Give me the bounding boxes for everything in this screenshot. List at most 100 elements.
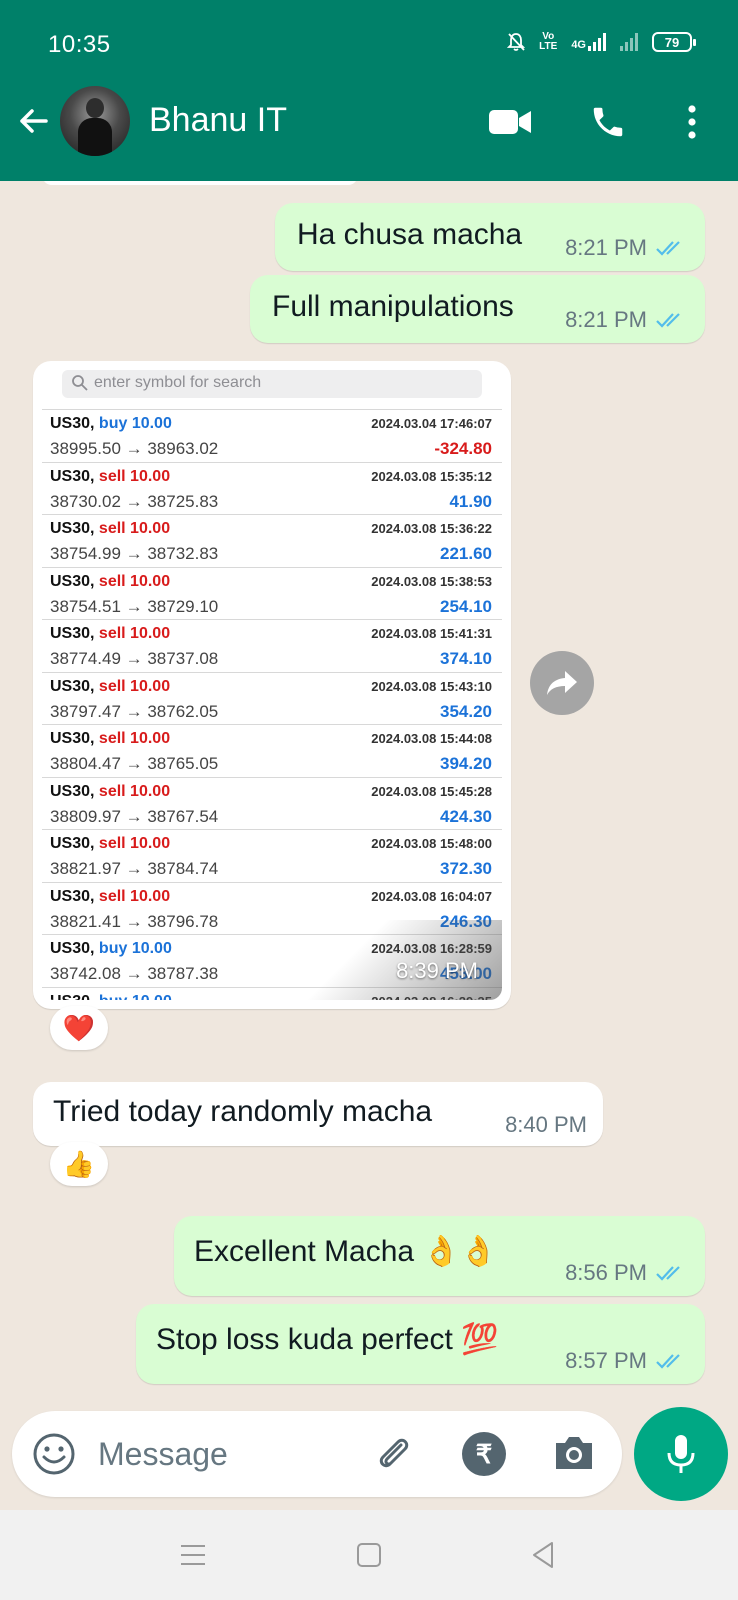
trade-side: buy 10.00 [98,415,172,432]
message-time: 8:56 PM [565,1260,647,1285]
trade-row: US30, sell 10.00 2024.03.08 15:45:28 38809… [42,776,502,830]
trade-profit: 372.30 [440,859,492,878]
reaction-thumbs-up[interactable]: 👍 [50,1142,108,1186]
outgoing-message[interactable]: Stop loss kuda perfect 💯 8:57 PM [136,1304,705,1384]
image-message[interactable]: enter symbol for search US30, buy 10.00 2… [33,361,511,1009]
trade-datetime: 2024.03.08 15:36:22 [371,521,492,536]
home-icon[interactable] [352,1538,386,1572]
message-text: Full manipulations [272,290,514,323]
trade-symbol: US30, sell 10.00 [50,730,170,748]
reaction-emoji: 👍 [62,1148,96,1179]
trade-row: US30, sell 10.00 2024.03.08 15:48:00 38821… [42,829,502,882]
symbol-text: US30, [50,835,95,852]
search-icon [72,375,88,391]
double-check-icon [656,241,680,256]
trade-datetime: 2024.03.08 15:43:10 [371,678,492,694]
outgoing-message[interactable]: Full manipulations 8:21 PM [250,275,705,343]
battery-level: 79 [664,34,680,50]
trade-profit: 41.90 [449,491,492,511]
trade-row: US30, sell 10.00 2024.03.08 15:41:31 38774… [42,619,502,672]
contact-avatar[interactable] [60,86,130,156]
trade-datetime: 2024.03.08 15:38:53 [371,573,492,589]
trade-datetime: 2024.03.08 16:04:07 [371,888,492,904]
trade-prices: 38774.49 → 38737.08 [50,649,219,668]
system-nav-bar [0,1510,738,1600]
trade-symbol: US30, sell 10.00 [50,468,170,486]
screenshot-search-box: enter symbol for search [62,370,482,398]
trade-row: US30, sell 10.00 2024.03.08 15:43:10 38797… [42,671,502,725]
trade-symbol: US30, sell 10.00 [50,678,170,696]
message-time: 8:21 PM [565,307,647,332]
trade-prices: 38754.99 → 38732.83 [50,544,219,563]
symbol-text: US30, [50,940,95,957]
signal-2-icon [620,33,638,51]
trade-side: sell 10.00 [98,572,171,590]
trade-profit: 374.10 [440,649,492,668]
chat-area[interactable]: Ha chusa macha 8:21 PM Full manipulation… [0,181,738,1409]
image-time: 8:39 PM [396,958,478,983]
trade-row: US30, buy 10.00 2024.03.04 17:46:07 38995.… [42,409,502,462]
message-text: Stop loss kuda perfect 💯 [156,1323,499,1356]
symbol-text: US30, [50,467,95,485]
trade-side: sell 10.00 [98,625,171,642]
voice-call-icon[interactable] [586,100,630,144]
back-nav-icon[interactable] [526,1538,560,1572]
outgoing-message[interactable]: Ha chusa macha 8:21 PM [275,203,705,271]
recent-apps-icon[interactable] [176,1538,210,1572]
trade-symbol: US30, buy 10.00 [50,415,172,433]
trade-profit: 424.30 [440,806,492,826]
camera-icon[interactable] [552,1433,596,1473]
message-meta: 8:56 PM [565,1260,685,1286]
trade-prices: 38995.50 → 38963.02 [50,439,219,458]
trade-side: sell 10.00 [98,520,171,537]
chat-header: 10:35 Vo LTE 4G 79 Bhanu IT [0,0,738,181]
battery-icon: 79 [652,32,696,52]
forward-button[interactable] [530,651,594,715]
trade-profit: -324.80 [434,439,492,458]
trade-profit: 394.20 [440,754,492,773]
volte-icon: Vo LTE [539,31,558,52]
symbol-text: US30, [50,625,95,642]
trade-side: sell 10.00 [98,782,171,800]
emoji-icon[interactable] [32,1432,76,1476]
mic-icon [667,1435,695,1473]
more-options-icon[interactable] [680,100,704,144]
double-check-icon [656,1266,680,1281]
video-call-icon[interactable] [488,100,532,144]
payment-icon[interactable]: ₹ [462,1432,506,1476]
trade-side: buy 10.00 [99,993,172,1001]
trade-prices: 38742.08 → 38787.38 [50,964,219,983]
message-meta: 8:57 PM [565,1348,685,1374]
contact-name[interactable]: Bhanu IT [149,101,287,140]
back-arrow-icon[interactable] [16,103,52,139]
symbol-text: US30, [50,730,95,747]
search-placeholder: enter symbol for search [94,374,262,391]
incoming-message[interactable]: Tried today randomly macha 8:40 PM [33,1082,603,1146]
trade-symbol: US30, sell 10.00 [50,520,170,538]
trade-datetime: 2024.03.08 15:41:31 [371,626,492,641]
trade-profit: 354.20 [440,701,492,721]
trade-row: US30, sell 10.00 2024.03.08 15:44:08 38804… [42,724,502,777]
trade-datetime: 2024.03.08 15:44:08 [371,731,492,746]
trade-list: US30, buy 10.00 2024.03.04 17:46:07 38995.… [42,409,502,1000]
trade-row: US30, sell 10.00 2024.03.08 15:35:12 38730… [42,461,502,515]
trade-datetime: 2024.03.08 15:48:00 [371,836,492,851]
previous-message-edge [42,181,358,185]
trade-symbol: US30, sell 10.00 [50,573,170,591]
message-input[interactable] [98,1431,348,1477]
symbol-text: US30, [50,887,95,905]
voice-message-button[interactable] [634,1407,728,1501]
trade-side: buy 10.00 [98,940,172,957]
outgoing-message[interactable]: Excellent Macha 👌👌 8:56 PM [174,1216,705,1296]
trade-prices: 38809.97 → 38767.54 [50,806,219,826]
trade-symbol: US30, sell 10.00 [50,888,170,906]
reaction-emoji: ❤️ [62,1012,96,1043]
trade-history-screenshot[interactable]: enter symbol for search US30, buy 10.00 2… [42,370,502,1000]
reaction-heart[interactable]: ❤️ [50,1006,108,1050]
trade-datetime: 2024.03.04 17:46:07 [371,416,492,431]
double-check-icon [656,1354,680,1369]
attach-icon[interactable] [370,1431,416,1477]
trade-side: sell 10.00 [98,887,171,905]
rupee-symbol: ₹ [475,1438,493,1469]
trade-prices: 38804.47 → 38765.05 [50,754,219,773]
